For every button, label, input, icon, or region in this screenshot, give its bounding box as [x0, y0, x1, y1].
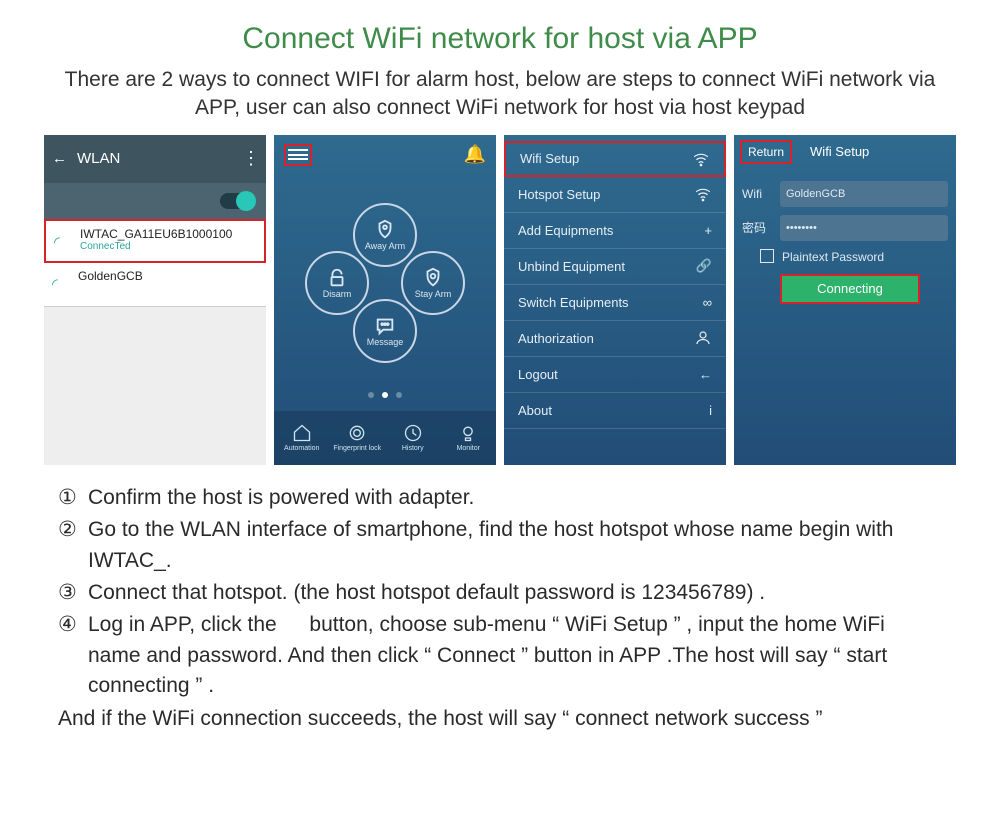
menu-authorization[interactable]: Authorization [504, 321, 726, 357]
away-arm-label: Away Arm [365, 241, 405, 251]
arm-diamond: Away Arm Disarm Stay Arm Message [305, 203, 465, 363]
info-icon: i [709, 403, 712, 418]
menu-wifi-setup[interactable]: Wifi Setup [504, 141, 726, 177]
wifi-network-selected[interactable]: ◜ IWTAC_GA11EU6B1000100 ConnecTed [44, 219, 266, 263]
page-description: There are 2 ways to connect WIFI for ala… [0, 56, 1000, 123]
wifi-signal-icon: ◜ [52, 275, 58, 293]
password-input[interactable]: •••••••• [780, 215, 948, 241]
back-arrow-icon[interactable]: ← [52, 150, 67, 167]
stay-arm-label: Stay Arm [415, 289, 452, 299]
stay-arm-button[interactable]: Stay Arm [401, 251, 465, 315]
menu-switch-equipments[interactable]: Switch Equipments ∞ [504, 285, 726, 321]
step-footer: And if the WiFi connection succeeds, the… [58, 704, 942, 734]
wlan-title: WLAN [77, 150, 120, 167]
wifi-icon [692, 150, 710, 168]
step-text-3: Connect that hotspot. (the host hotspot … [88, 578, 942, 608]
hamburger-menu-icon[interactable] [284, 144, 312, 166]
step-number-2: ② [58, 515, 88, 576]
nav-automation[interactable]: Automation [274, 411, 330, 465]
message-button[interactable]: Message [353, 299, 417, 363]
message-label: Message [367, 337, 404, 347]
screenshot-app-home: 🔔 Away Arm Disarm Stay Arm Message [274, 135, 496, 465]
wifi-name: GoldenGCB [78, 269, 256, 283]
wifi-signal-icon: ◜ [54, 233, 60, 251]
page-indicator [274, 387, 496, 401]
menu-add-equipments[interactable]: Add Equipments + [504, 213, 726, 249]
disarm-button[interactable]: Disarm [305, 251, 369, 315]
wlan-topbar: ← WLAN ⋮ [44, 135, 266, 183]
screenshot-row: ← WLAN ⋮ ◜ IWTAC_GA11EU6B1000100 ConnecT… [0, 135, 1000, 465]
notification-icon[interactable]: 🔔 [464, 144, 486, 165]
app-topbar: 🔔 [274, 135, 496, 175]
menu-unbind-equipment[interactable]: Unbind Equipment 🔗 [504, 249, 726, 285]
connect-button[interactable]: Connecting [780, 274, 920, 304]
password-label: 密码 [742, 219, 774, 236]
step-text-1: Confirm the host is powered with adapter… [88, 483, 942, 513]
menu-about[interactable]: About i [504, 393, 726, 429]
disarm-label: Disarm [323, 289, 352, 299]
wlan-toggle-bar [44, 183, 266, 219]
step-number-3: ③ [58, 578, 88, 608]
return-button[interactable]: Return [740, 140, 792, 164]
instruction-steps: ① Confirm the host is powered with adapt… [0, 483, 1000, 735]
screenshot-wifi-setup: Return Wifi Setup Wifi GoldenGCB 密码 ••••… [734, 135, 956, 465]
step-number-4: ④ [58, 610, 88, 701]
nav-history[interactable]: History [385, 411, 441, 465]
user-icon [694, 329, 712, 347]
menu-logout[interactable]: Logout ← [504, 357, 726, 393]
screenshot-wlan: ← WLAN ⋮ ◜ IWTAC_GA11EU6B1000100 ConnecT… [44, 135, 266, 465]
nav-monitor[interactable]: Monitor [441, 411, 497, 465]
nav-fingerprint[interactable]: Fingerprint lock [330, 411, 386, 465]
screenshot-menu: Wifi Setup Hotspot Setup Add Equipments … [504, 135, 726, 465]
menu-dots-icon[interactable]: ⋮ [242, 148, 258, 169]
page-title: Connect WiFi network for host via APP [0, 0, 1000, 56]
wifi-setup-header: Return Wifi Setup [734, 135, 956, 169]
wifi-setup-title: Wifi Setup [810, 144, 869, 159]
away-arm-button[interactable]: Away Arm [353, 203, 417, 267]
plus-icon: + [704, 223, 712, 238]
bottom-nav: Automation Fingerprint lock History Moni… [274, 411, 496, 465]
wifi-icon [694, 185, 712, 203]
wifi-status: ConnecTed [80, 241, 254, 252]
wifi-name-input[interactable]: GoldenGCB [780, 181, 948, 207]
step-number-1: ① [58, 483, 88, 513]
wifi-setup-form: Wifi GoldenGCB 密码 •••••••• Plaintext Pas… [734, 169, 956, 316]
link-icon: 🔗 [696, 258, 712, 274]
wifi-label: Wifi [742, 187, 774, 201]
wifi-network-item[interactable]: ◜ GoldenGCB [44, 263, 266, 307]
infinity-icon: ∞ [703, 295, 712, 310]
step-text-2: Go to the WLAN interface of smartphone, … [88, 515, 942, 576]
wifi-toggle[interactable] [220, 193, 254, 209]
step-text-4: Log in APP, click the button, choose sub… [88, 610, 942, 701]
menu-hotspot-setup[interactable]: Hotspot Setup [504, 177, 726, 213]
plaintext-password-checkbox[interactable]: Plaintext Password [760, 249, 948, 264]
arrow-left-icon: ← [699, 367, 712, 382]
wifi-name: IWTAC_GA11EU6B1000100 [80, 227, 254, 241]
